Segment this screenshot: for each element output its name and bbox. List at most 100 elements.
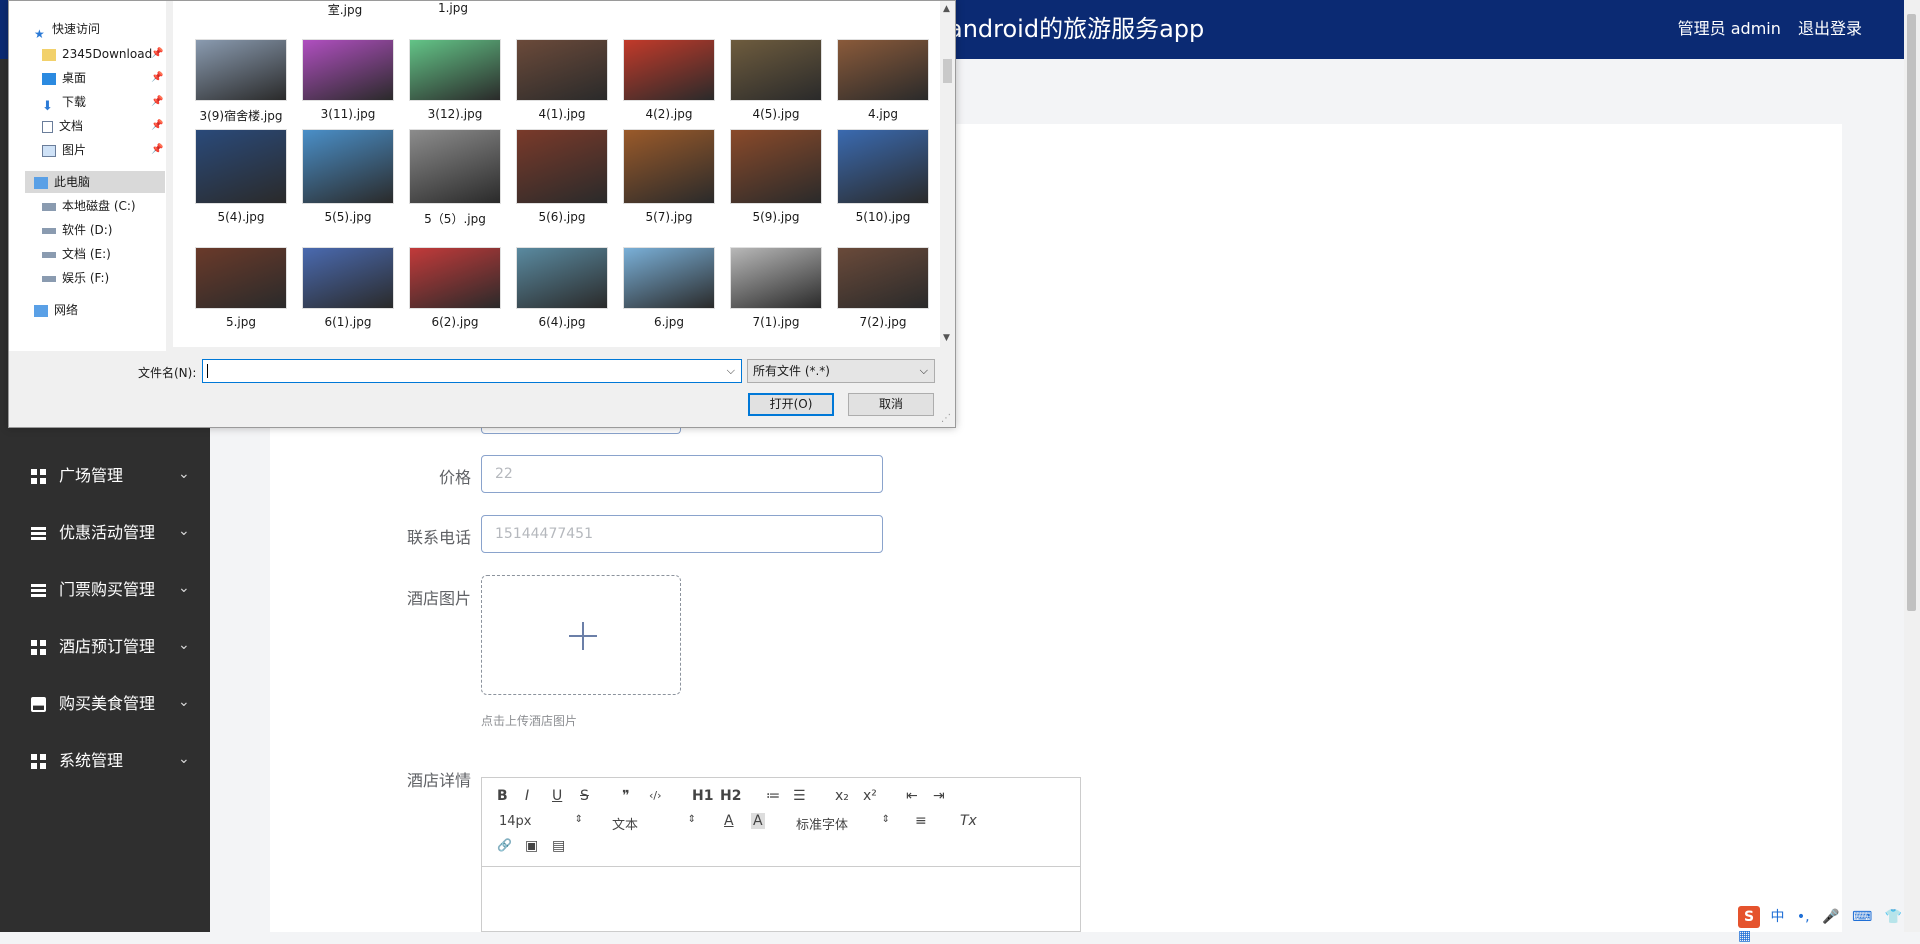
sidebar-item-promotions[interactable]: 优惠活动管理 ⌄: [0, 513, 210, 553]
nav-network[interactable]: 网络: [34, 300, 78, 320]
sidebar-item-system[interactable]: 系统管理 ⌄: [0, 741, 210, 781]
code-button[interactable]: ‹/›: [649, 789, 662, 802]
file-list[interactable]: 室.jpg 1.jpg 3(9)宿舍楼.jpg 3(11).jpg 3(12).jp…: [173, 1, 940, 347]
image-button[interactable]: ▣: [525, 838, 538, 854]
grid-icon: [31, 754, 46, 769]
font-family-select[interactable]: 标准字体 ⇕: [796, 814, 890, 833]
file-item[interactable]: 5(7).jpg: [617, 129, 721, 224]
superscript-button[interactable]: x²: [863, 788, 877, 804]
bold-button[interactable]: B: [497, 788, 508, 804]
chevron-down-icon[interactable]: ⌵: [727, 360, 735, 382]
app-title: android的旅游服务app: [948, 15, 1205, 43]
h2-button[interactable]: H2: [720, 788, 741, 804]
file-item[interactable]: 室.jpg: [293, 1, 397, 17]
file-item[interactable]: 5(10).jpg: [831, 129, 935, 224]
link-button[interactable]: 🔗: [497, 838, 512, 852]
italic-button[interactable]: I: [525, 788, 529, 804]
file-name: 7(1).jpg: [752, 315, 800, 329]
font-size-select[interactable]: 14px ⇕: [499, 814, 583, 829]
bullet-list-button[interactable]: ☰: [793, 788, 806, 804]
file-item[interactable]: 5(9).jpg: [724, 129, 828, 224]
image-upload[interactable]: [481, 575, 681, 695]
file-item[interactable]: 4.jpg: [831, 39, 935, 121]
ime-punct[interactable]: •,: [1797, 909, 1810, 925]
file-item[interactable]: 4(2).jpg: [617, 39, 721, 121]
apps-icon[interactable]: ▦: [1738, 928, 1751, 944]
file-item[interactable]: 3(12).jpg: [403, 39, 507, 121]
cancel-button[interactable]: 取消: [848, 393, 934, 416]
sidebar-item-hotels[interactable]: 酒店预订管理 ⌄: [0, 627, 210, 667]
skin-icon[interactable]: 👕: [1885, 909, 1902, 925]
filename-input[interactable]: ⌵: [202, 359, 742, 383]
file-item[interactable]: 3(9)宿舍楼.jpg: [189, 39, 293, 124]
phone-input[interactable]: 15144477451: [481, 515, 883, 553]
pin-icon[interactable]: 📌: [151, 48, 163, 59]
file-item[interactable]: 5(4).jpg: [189, 129, 293, 224]
sidebar-item-plaza[interactable]: 广场管理 ⌄: [0, 456, 210, 496]
indent-button[interactable]: ⇥: [933, 788, 945, 804]
align-button[interactable]: ≡: [915, 813, 927, 829]
file-item[interactable]: 5(5).jpg: [296, 129, 400, 224]
scroll-up-icon[interactable]: ▲: [943, 4, 950, 14]
sidebar-item-tickets[interactable]: 门票购买管理 ⌄: [0, 570, 210, 610]
file-item[interactable]: 5(6).jpg: [510, 129, 614, 224]
nav-pictures[interactable]: 图片: [42, 140, 86, 160]
nav-drive-d[interactable]: 软件 (D:): [42, 220, 112, 240]
outdent-button[interactable]: ⇤: [906, 788, 918, 804]
bg-color-button[interactable]: A: [751, 813, 765, 829]
ime-toolbar[interactable]: S 中 •, 🎤 ⌨ 👕 ▦: [1738, 906, 1920, 944]
file-item[interactable]: 6(2).jpg: [403, 247, 507, 329]
nav-drive-f[interactable]: 娱乐 (F:): [42, 268, 109, 288]
nav-downloads[interactable]: ⬇ 下载: [42, 92, 86, 114]
strike-button[interactable]: S: [580, 788, 589, 804]
text-type-select[interactable]: 文本 ⇕: [612, 814, 696, 833]
file-item[interactable]: 7(2).jpg: [831, 247, 935, 329]
quote-button[interactable]: ❞: [622, 788, 630, 804]
user-label: 管理员 admin: [1677, 19, 1781, 38]
sidebar-item-food[interactable]: 购买美食管理 ⌄: [0, 684, 210, 724]
nav-drive-c[interactable]: 本地磁盘 (C:): [42, 196, 136, 216]
nav-drive-e[interactable]: 文档 (E:): [42, 244, 111, 264]
pin-icon[interactable]: 📌: [151, 120, 163, 131]
page-scrollbar-thumb[interactable]: [1907, 14, 1916, 611]
nav-label: 文档 (E:): [62, 247, 111, 261]
subscript-button[interactable]: x₂: [835, 788, 849, 804]
file-item[interactable]: 6.jpg: [617, 247, 721, 329]
drive-icon: [42, 202, 56, 211]
file-item[interactable]: 6(4).jpg: [510, 247, 614, 329]
resize-grip-icon[interactable]: ⋰: [941, 413, 951, 424]
file-list-scrollbar[interactable]: ▲ ▼: [941, 1, 954, 347]
keyboard-icon[interactable]: ⌨: [1852, 909, 1872, 925]
nav-this-pc[interactable]: 此电脑: [34, 172, 90, 192]
pin-icon[interactable]: 📌: [151, 96, 163, 107]
open-button[interactable]: 打开(O): [748, 393, 834, 416]
file-item[interactable]: 4(5).jpg: [724, 39, 828, 121]
updown-icon: ⇕: [881, 814, 890, 825]
pin-icon[interactable]: 📌: [151, 144, 163, 155]
ime-chinese[interactable]: 中: [1770, 909, 1784, 925]
font-color-button[interactable]: A: [724, 813, 734, 829]
file-list-scrollbar-thumb[interactable]: [943, 59, 952, 83]
underline-button[interactable]: U: [552, 788, 562, 804]
file-item[interactable]: 7(1).jpg: [724, 247, 828, 329]
nav-documents[interactable]: 文档: [42, 116, 83, 136]
h1-button[interactable]: H1: [692, 788, 713, 804]
file-item[interactable]: 4(1).jpg: [510, 39, 614, 121]
price-input[interactable]: 22: [481, 455, 883, 493]
video-button[interactable]: ▤: [552, 838, 565, 854]
microphone-icon[interactable]: 🎤: [1822, 909, 1839, 925]
pin-icon[interactable]: 📌: [151, 72, 163, 83]
scroll-down-icon[interactable]: ▼: [943, 333, 950, 343]
filetype-select[interactable]: 所有文件 (*.*) ⌵: [747, 359, 935, 383]
clear-format-button[interactable]: Tx: [960, 813, 977, 829]
logout-link[interactable]: 退出登录: [1798, 19, 1862, 38]
nav-quick-access[interactable]: ★ 快速访问: [34, 19, 100, 41]
file-item[interactable]: 5（5）.jpg: [403, 129, 507, 227]
ordered-list-button[interactable]: ≔: [766, 788, 780, 804]
file-item[interactable]: 5.jpg: [189, 247, 293, 329]
file-item[interactable]: 3(11).jpg: [296, 39, 400, 121]
file-item[interactable]: 6(1).jpg: [296, 247, 400, 329]
nav-2345download[interactable]: 2345Download: [42, 44, 152, 64]
nav-desktop[interactable]: 桌面: [42, 68, 86, 88]
file-item[interactable]: 1.jpg: [401, 1, 505, 17]
